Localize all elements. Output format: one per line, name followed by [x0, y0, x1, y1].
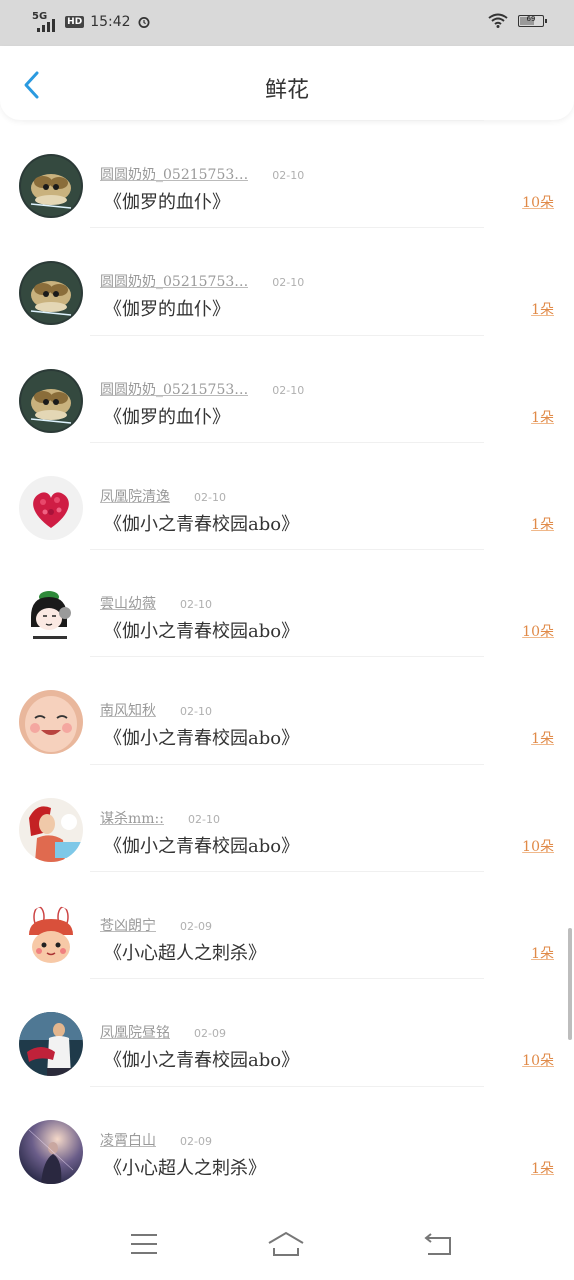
- flower-count: 10朵: [522, 1053, 554, 1070]
- username[interactable]: 圆圆奶奶_05215753…: [100, 164, 248, 184]
- alarm-icon: [138, 17, 150, 28]
- flower-count: 1朵: [531, 516, 554, 533]
- list-item[interactable]: 圆圆奶奶_05215753… 02-10 《伽罗的血仆》 10朵: [0, 120, 574, 227]
- scrollbar[interactable]: [568, 928, 572, 1040]
- battery-icon: 69: [518, 14, 547, 27]
- item-meta: 凤凰院昼铭 02-09: [100, 1022, 226, 1042]
- item-meta: 苍凶朗宁 02-09: [100, 915, 212, 935]
- avatar[interactable]: [19, 1012, 83, 1077]
- item-meta: 雲山幼薇 02-10: [100, 593, 212, 613]
- hd-badge: HD: [65, 16, 85, 28]
- avatar[interactable]: [19, 1119, 83, 1184]
- username[interactable]: 凌霄白山: [100, 1130, 156, 1150]
- list-item[interactable]: 谋杀mm:: 02-10《伽小之青春校园abo》 10朵: [0, 763, 574, 871]
- username[interactable]: 苍凶朗宁: [100, 915, 156, 935]
- username[interactable]: 圆圆奶奶_05215753…: [100, 271, 248, 291]
- network-type: 5G: [32, 11, 48, 22]
- username[interactable]: 凤凰院清逸: [100, 486, 170, 506]
- date: 02-10: [272, 169, 305, 182]
- date: 02-09: [180, 1134, 212, 1148]
- date: 02-10: [272, 383, 305, 397]
- item-meta: 南风知秋 02-10: [100, 700, 212, 720]
- flower-count: 1朵: [531, 409, 554, 426]
- date: 02-10: [272, 276, 305, 290]
- row-divider: [90, 549, 484, 551]
- avatar[interactable]: [19, 905, 83, 970]
- row-divider: [90, 978, 484, 980]
- book-title[interactable]: 《小心超人之刺杀》: [104, 939, 266, 965]
- avatar[interactable]: [19, 690, 83, 755]
- list-item[interactable]: 凌霄白山 02-09 《小心超人之刺杀》 1朵: [0, 1085, 574, 1193]
- status-time: 15:42: [90, 14, 131, 30]
- row-divider: [90, 334, 484, 336]
- username[interactable]: 凤凰院昼铭: [100, 1022, 170, 1042]
- book-title[interactable]: 《伽小之青春校园abo》: [104, 724, 299, 750]
- book-title[interactable]: 《伽小之青春校园abo》: [104, 510, 299, 536]
- flower-list: 圆圆奶奶_05215753… 02-10 《伽罗的血仆》 10朵 圆圆奶奶_052157…: [0, 120, 574, 1193]
- date: 02-09: [194, 1027, 226, 1041]
- item-meta: 凌霄白山 02-09: [100, 1130, 212, 1150]
- row-divider: [90, 1085, 484, 1087]
- item-meta: 圆圆奶奶_05215753… 02-10: [100, 164, 304, 184]
- list-item[interactable]: 圆圆奶奶_05215753… 02-10 《伽罗的血仆》 1朵: [0, 334, 574, 442]
- date: 02-10: [180, 598, 212, 612]
- item-meta: 圆圆奶奶_05215753… 02-10: [100, 379, 304, 399]
- list-item[interactable]: 凤凰院昼铭 02-09 《伽小之青春校园abo》 10朵: [0, 978, 574, 1085]
- date: 02-10: [180, 705, 212, 719]
- list-item[interactable]: 苍凶朗宁 02-09 《小心超人之刺杀》 1朵: [0, 871, 574, 978]
- row-divider: [90, 656, 484, 658]
- book-title[interactable]: 《伽小之青春校园abo》: [104, 617, 299, 643]
- avatar[interactable]: [19, 261, 83, 326]
- flower-count: 1朵: [531, 302, 554, 319]
- book-title[interactable]: 《伽罗的血仆》: [104, 188, 230, 214]
- list-item[interactable]: 雲山幼薇 02-10 《伽小之青春校园abo》 10朵: [0, 549, 574, 656]
- username[interactable]: 圆圆奶奶_05215753…: [100, 379, 248, 399]
- date: 02-10: [187, 812, 220, 826]
- battery-level: 69: [526, 14, 536, 23]
- back-arrow-icon[interactable]: [418, 1228, 458, 1260]
- status-left: 5G HD 15:42: [32, 12, 151, 32]
- list-item[interactable]: 南风知秋 02-10 《伽小之青春校园abo》 1朵: [0, 656, 574, 763]
- date: 02-09: [180, 920, 212, 934]
- username[interactable]: 雲山幼薇: [100, 593, 156, 613]
- list-item[interactable]: 圆圆奶奶_05215753… 02-10 《伽罗的血仆》 1朵: [0, 227, 574, 334]
- date: 02-10: [194, 490, 226, 504]
- app-header: 鲜花: [0, 46, 574, 120]
- row-divider: [90, 441, 484, 443]
- avatar[interactable]: [19, 154, 83, 218]
- avatar[interactable]: [19, 368, 83, 433]
- status-right: 69: [488, 13, 547, 28]
- book-title[interactable]: 《伽罗的血仆》: [104, 403, 230, 429]
- wifi-icon: [488, 13, 508, 28]
- row-divider: [90, 120, 484, 121]
- bottom-nav-bar: [0, 1208, 574, 1280]
- book-title[interactable]: 《小心超人之刺杀》: [104, 1154, 266, 1180]
- item-meta: 谋杀mm:: 02-10: [100, 808, 220, 828]
- book-title[interactable]: 《伽小之青春校园abo》: [104, 1046, 299, 1072]
- avatar[interactable]: [19, 797, 83, 862]
- row-divider: [90, 871, 484, 873]
- row-divider: [90, 763, 484, 765]
- username[interactable]: 谋杀mm::: [100, 808, 164, 828]
- avatar[interactable]: [19, 475, 83, 540]
- list-item[interactable]: 凤凰院清逸 02-10 《伽小之青春校园abo》 1朵: [0, 441, 574, 549]
- item-meta: 圆圆奶奶_05215753… 02-10: [100, 271, 304, 291]
- item-meta: 凤凰院清逸 02-10: [100, 486, 226, 506]
- flower-count: 1朵: [531, 946, 554, 963]
- avatar[interactable]: [19, 583, 83, 648]
- flower-count: 10朵: [522, 624, 554, 641]
- row-divider: [90, 227, 484, 229]
- flower-count: 10朵: [522, 838, 554, 855]
- menu-icon[interactable]: [124, 1228, 164, 1260]
- status-bar: 5G HD 15:42 69: [0, 0, 574, 46]
- username[interactable]: 南风知秋: [100, 700, 156, 720]
- book-title[interactable]: 《伽罗的血仆》: [104, 295, 230, 321]
- flower-count: 1朵: [531, 1160, 554, 1177]
- home-icon[interactable]: [266, 1228, 306, 1260]
- flower-count: 1朵: [531, 731, 554, 748]
- flower-count: 10朵: [522, 195, 554, 211]
- book-title[interactable]: 《伽小之青春校园abo》: [104, 832, 299, 858]
- page-title: 鲜花: [264, 78, 309, 103]
